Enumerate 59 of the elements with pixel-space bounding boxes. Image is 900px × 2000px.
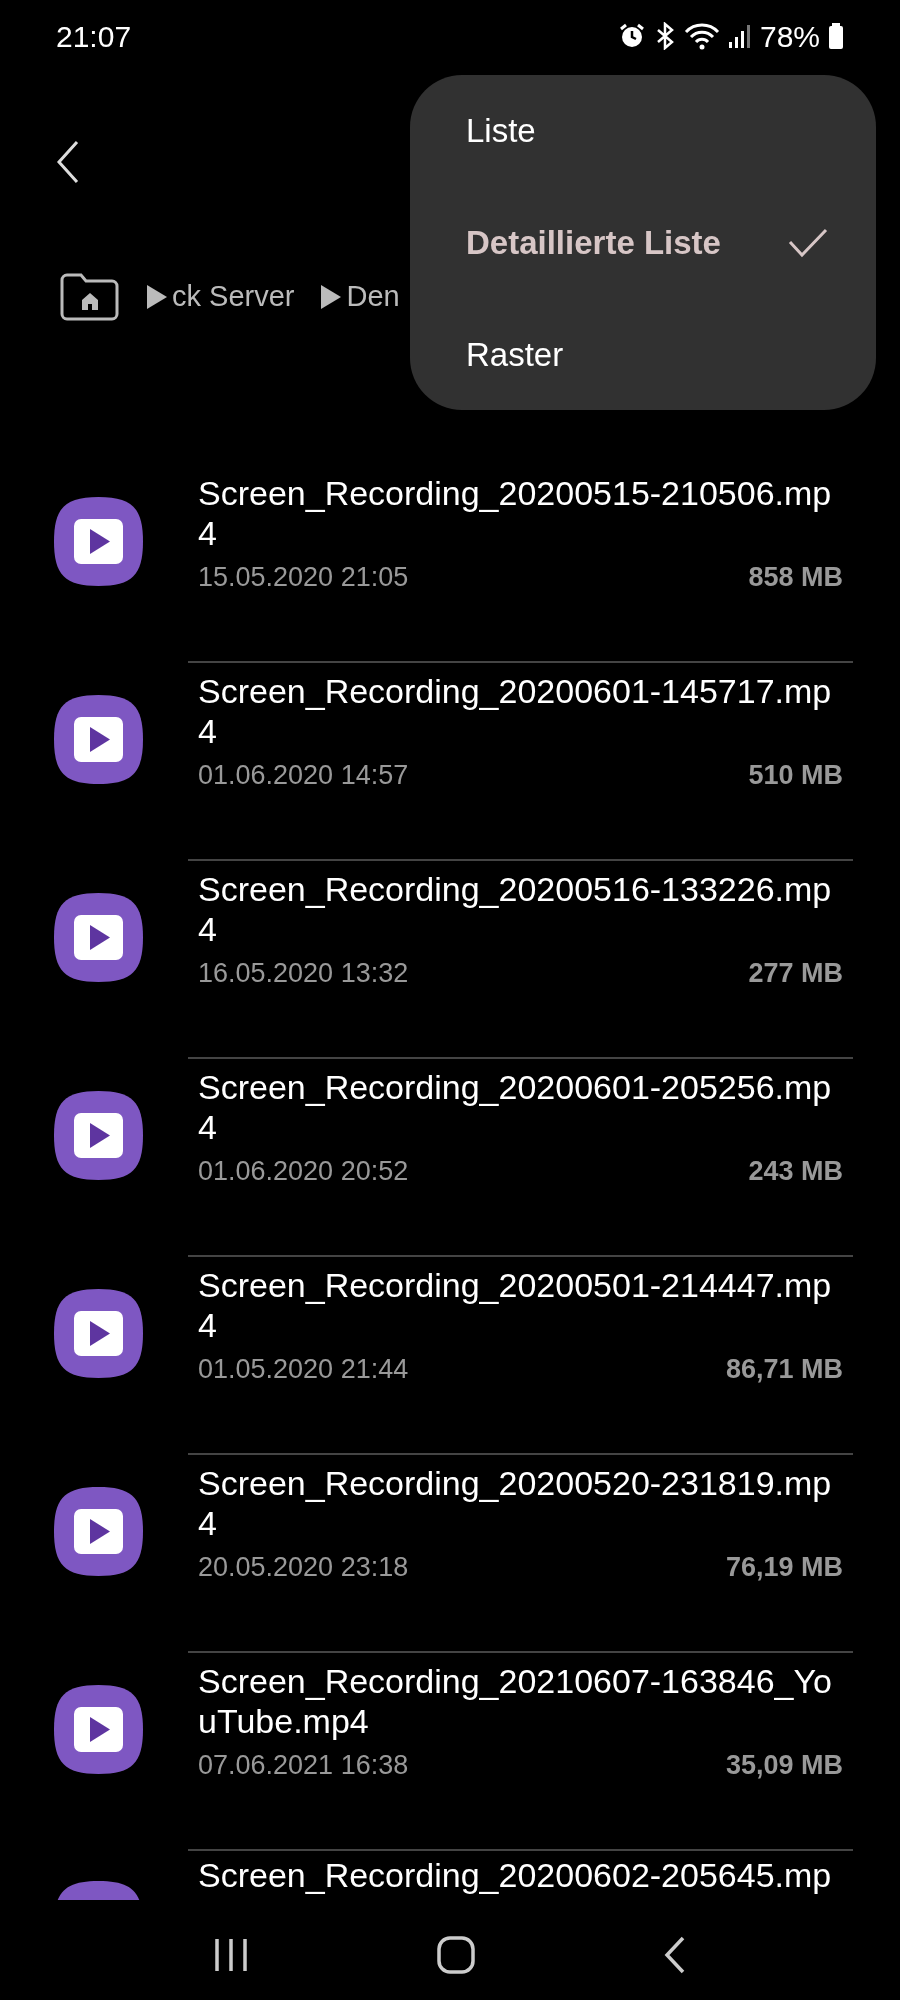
file-size: 858 MB [748, 561, 843, 594]
video-file-icon [52, 693, 145, 786]
back-icon [55, 139, 81, 185]
file-date: 15.05.2020 21:05 [198, 561, 409, 594]
home-folder-icon[interactable] [60, 272, 120, 322]
file-date: 01.06.2020 14:57 [198, 759, 409, 792]
menu-item[interactable]: Raster [410, 299, 876, 411]
file-row[interactable]: Screen_Recording_20210607-163846_YouTube.mp4 07.06.2021 16:38 35,09 MB [0, 1653, 900, 1851]
wifi-icon [683, 22, 720, 50]
back-icon [662, 1935, 687, 1975]
file-name: Screen_Recording_20200601-145717.mp4 [198, 671, 833, 751]
triangle-icon [146, 284, 168, 310]
file-name: Screen_Recording_20200520-231819.mp4 [198, 1463, 833, 1543]
clock-time: 21:07 [56, 18, 132, 55]
battery-icon [828, 22, 844, 50]
file-size: 76,19 MB [725, 1551, 843, 1584]
file-date: 20.05.2020 23:18 [198, 1551, 409, 1584]
battery-level: 78% [759, 18, 820, 55]
file-date: 01.06.2020 20:52 [198, 1155, 409, 1188]
alarm-icon [617, 22, 646, 50]
file-row[interactable]: Screen_Recording_20200601-205256.mp4 01.06.2020 20:52 243 MB [0, 1059, 900, 1257]
video-file-icon [52, 1089, 145, 1182]
menu-item[interactable]: Detaillierte Liste [410, 187, 876, 299]
file-date: 01.05.2020 21:44 [198, 1353, 409, 1386]
file-size: 277 MB [748, 957, 843, 990]
file-row[interactable]: Screen_Recording_20200515-210506.mp4 15.05.2020 21:05 858 MB [0, 465, 900, 663]
file-name: Screen_Recording_20210607-163846_YouTube.mp4 [198, 1661, 833, 1741]
file-name: Screen_Recording_20200602-205645.mp [198, 1855, 833, 1896]
file-name: Screen_Recording_20200601-205256.mp4 [198, 1067, 833, 1147]
file-row[interactable]: Screen_Recording_20200501-214447.mp4 01.05.2020 21:44 86,71 MB [0, 1257, 900, 1455]
file-size: 243 MB [748, 1155, 843, 1188]
breadcrumb-item[interactable]: Den [346, 275, 400, 319]
back-button[interactable] [662, 1935, 687, 1975]
file-size: 510 MB [748, 759, 843, 792]
file-name: Screen_Recording_20200501-214447.mp4 [198, 1265, 833, 1345]
video-file-icon [52, 1683, 145, 1776]
video-file-icon [52, 891, 145, 984]
triangle-icon [320, 284, 343, 310]
home-icon [436, 1935, 476, 1975]
file-date: 07.06.2021 16:38 [198, 1749, 409, 1782]
signal-icon [727, 22, 752, 50]
file-row[interactable]: Screen_Recording_20200520-231819.mp4 20.05.2020 23:18 76,19 MB [0, 1455, 900, 1653]
file-name: Screen_Recording_20200515-210506.mp4 [198, 473, 833, 553]
file-size: 35,09 MB [725, 1749, 843, 1782]
video-file-icon [52, 1485, 145, 1578]
menu-item[interactable]: Liste [410, 75, 876, 187]
check-icon [788, 228, 828, 258]
back-button[interactable] [55, 139, 81, 185]
breadcrumb-item[interactable]: ck Server [172, 275, 295, 319]
file-row[interactable]: Screen_Recording_20200601-145717.mp4 01.06.2020 14:57 510 MB [0, 663, 900, 861]
home-button[interactable] [436, 1935, 476, 1975]
recent-apps-button[interactable] [213, 1937, 250, 1973]
recent-apps-icon [213, 1937, 250, 1973]
video-file-icon [52, 1287, 145, 1380]
file-date: 16.05.2020 13:32 [198, 957, 409, 990]
file-row[interactable]: Screen_Recording_20200516-133226.mp4 16.05.2020 13:32 277 MB [0, 861, 900, 1059]
video-file-icon [52, 495, 145, 588]
file-name: Screen_Recording_20200516-133226.mp4 [198, 869, 833, 949]
file-size: 86,71 MB [725, 1353, 843, 1386]
